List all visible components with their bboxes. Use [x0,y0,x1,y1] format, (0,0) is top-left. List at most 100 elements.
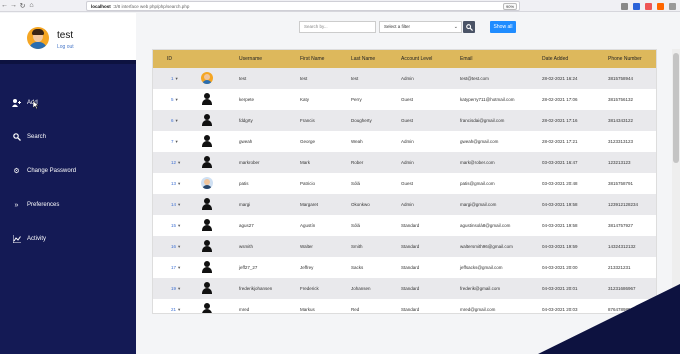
search-button[interactable] [463,21,475,33]
extension-icon[interactable] [633,2,640,10]
row-id[interactable]: 1 ▾ [171,76,178,82]
row-id[interactable]: 13 ▾ [171,181,180,187]
row-id[interactable]: 17 ▾ [171,265,180,271]
caret-down-icon[interactable]: ▾ [178,286,180,291]
sidebar-item-preferences[interactable]: » Preferences [12,201,60,209]
row-id[interactable]: 7 ▾ [171,139,178,145]
cell-date: 28-02-2021 16:24 [542,76,578,81]
caret-down-icon[interactable]: ▾ [176,76,178,81]
show-all-button[interactable]: Show all [490,21,516,33]
cell-last: Johansen [351,286,371,291]
chevron-down-icon: ⌄ [453,24,458,30]
cell-first: Agustín [300,223,316,228]
cell-email: test@test.com [460,76,489,81]
sidebar [0,13,136,354]
cell-phone: 3123313123 [608,139,634,144]
logout-link[interactable]: Log out [57,44,74,50]
url-path: :3/8 interface web php/php/search.php [112,3,190,9]
scrollbar-thumb[interactable] [673,53,679,163]
row-id[interactable]: 15 ▾ [171,223,180,229]
cell-level: Guest [401,118,414,123]
column-header-last-name[interactable]: Last Name [351,56,375,62]
table-row[interactable]: 17 ▾ jeff27_27 Jeffrey Sacks Standard jeffsack… [153,257,656,278]
cell-first: test [300,76,308,81]
row-id-value: 19 [171,286,177,291]
sidebar-item-change-password[interactable]: ⚙ Change Password [12,167,76,175]
row-id[interactable]: 19 ▾ [171,286,180,292]
row-id[interactable]: 6 ▾ [171,118,178,124]
cell-first: Margaret [300,202,319,207]
column-header-date-added[interactable]: Date Added [542,56,568,62]
filter-select-value: Select a filter [384,24,411,29]
cell-username: margi [239,202,251,207]
table-row[interactable]: 7 ▾ gweah George Weah Admin gweah@gmail.com 28-… [153,131,656,152]
extension-icon[interactable] [645,2,652,10]
caret-down-icon[interactable]: ▾ [178,265,180,270]
cell-username: fddgrty [239,118,253,123]
user-silhouette-icon [201,282,213,294]
row-id-value: 13 [171,181,177,186]
sidebar-item-label: Search [27,134,47,140]
home-icon[interactable]: ⌂ [27,1,36,11]
column-header-phone-number[interactable]: Phone Number [608,56,642,62]
column-header-account-level[interactable]: Account Level [401,56,432,62]
cell-last: Perry [351,97,362,102]
caret-down-icon[interactable]: ▾ [178,307,180,312]
table-row[interactable]: 14 ▾ margi Margaret Okonkwo Admin margi@gmail.… [153,194,656,215]
url-host: localhost [91,3,111,9]
table-row[interactable]: 13 ▾ patis Patricio Sólá Guest patis@gmail.com… [153,173,656,194]
library-icon[interactable] [621,2,628,10]
table-row[interactable]: 6 ▾ fddgrty Francis Dougherty Guest francisdai… [153,110,656,131]
cell-first: Jeffrey [300,265,314,270]
decorative-corner [538,284,680,354]
table-header: ID Username First Name Last Name Account… [153,50,656,68]
menu-icon[interactable] [669,2,676,10]
table-row[interactable]: 15 ▾ agus27 Agustín Sólá Standard agustinsolà8… [153,215,656,236]
sidebar-item-search[interactable]: Search [12,133,46,141]
cell-phone: 3814757927 [608,223,634,228]
table-row[interactable]: 16 ▾ wsmith Walter Smith Standard waltersmith9… [153,236,656,257]
search-icon [465,23,473,31]
sidebar-item-activity[interactable]: Activity [12,235,46,243]
column-header-first-name[interactable]: First Name [300,56,324,62]
cell-first: Francis [300,118,315,123]
url-bar[interactable]: localhost :3/8 interface web php/php/sea… [86,1,520,11]
caret-down-icon[interactable]: ▾ [178,244,180,249]
cell-level: Guest [401,97,414,102]
caret-down-icon[interactable]: ▾ [178,181,180,186]
cell-level: Admin [401,160,414,165]
cell-email: margi@gmail.com [460,202,497,207]
column-header-username[interactable]: Username [239,56,262,62]
extension-icon[interactable] [657,2,664,10]
cell-first: Walter [300,244,313,249]
row-id-value: 17 [171,265,177,270]
back-icon[interactable]: ← [0,1,9,11]
row-id[interactable]: 12 ▾ [171,160,180,166]
table-row[interactable]: 12 ▾ markrober Mark Rober Admin mark@rober.com… [153,152,656,173]
row-id[interactable]: 14 ▾ [171,202,180,208]
caret-down-icon[interactable]: ▾ [176,118,178,123]
filter-select[interactable]: Select a filter ⌄ [379,21,462,33]
row-id[interactable]: 16 ▾ [171,244,180,250]
column-header-email[interactable]: Email [460,56,473,62]
reload-icon[interactable]: ↻ [18,1,27,11]
cell-email: francisdai@gmail.com [460,118,505,123]
caret-down-icon[interactable]: ▾ [178,223,180,228]
search-input[interactable]: Search by... [299,21,376,33]
row-id[interactable]: 5 ▾ [171,97,178,103]
caret-down-icon[interactable]: ▾ [176,97,178,102]
row-id-value: 15 [171,223,177,228]
column-header-id[interactable]: ID [167,56,172,62]
cell-date: 04-03-2021 19:58 [542,202,578,207]
caret-down-icon[interactable]: ▾ [178,160,180,165]
zoom-level[interactable]: 90% [503,3,518,10]
cell-phone: 3815758791 [608,181,634,186]
cell-first: Katy [300,97,310,102]
forward-icon[interactable]: → [9,1,18,11]
caret-down-icon[interactable]: ▾ [176,139,178,144]
row-id[interactable]: 21 ▾ [171,307,180,313]
scrollbar[interactable] [672,49,680,314]
table-row[interactable]: 5 ▾ kerpete Katy Perry Guest katyperry711@hotm… [153,89,656,110]
caret-down-icon[interactable]: ▾ [178,202,180,207]
table-row[interactable]: 1 ▾ test test test Admin test@test.com 28-02-20… [153,68,656,89]
